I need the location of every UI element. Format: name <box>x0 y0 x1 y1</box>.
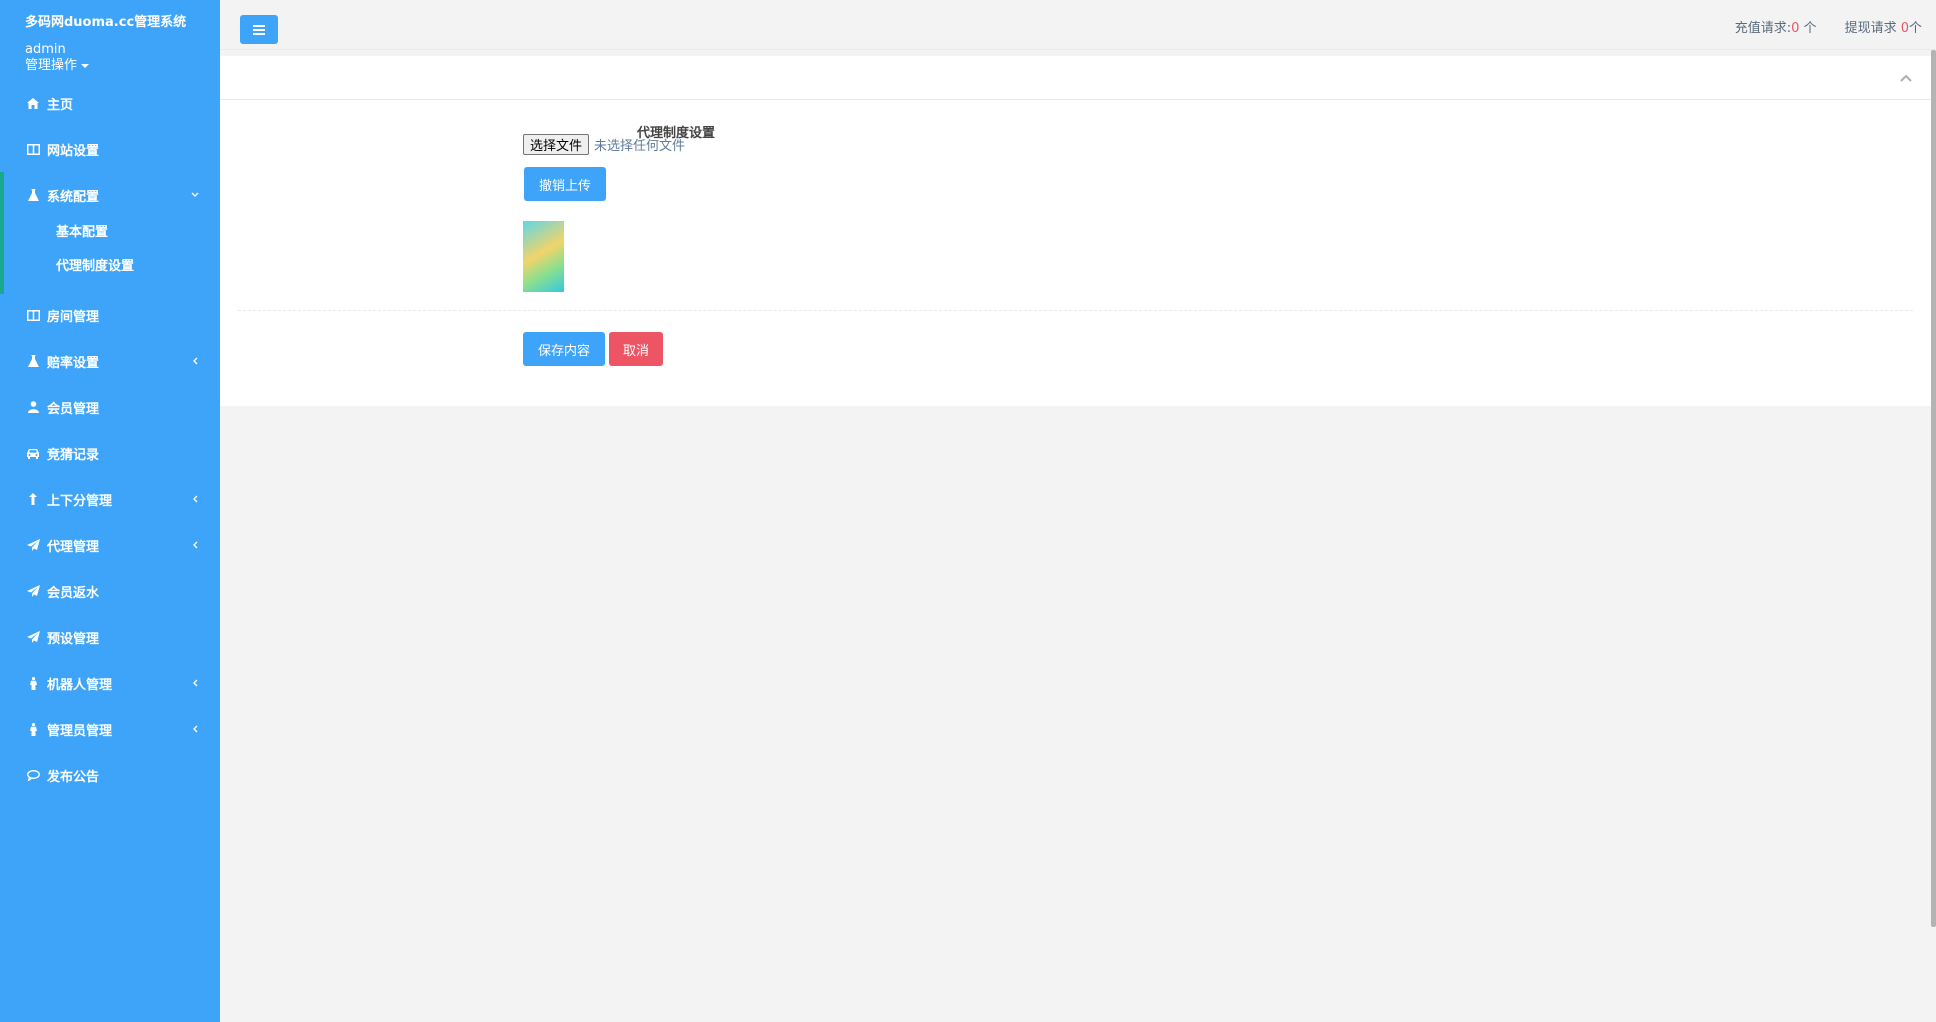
admin-ops-label: 管理操作 <box>25 58 78 73</box>
comment-icon <box>25 767 41 783</box>
cancel-upload-button[interactable]: 撤销上传 <box>524 167 606 201</box>
sidebar-item-odds-settings[interactable]: 赔率设置 <box>0 338 220 384</box>
choose-file-button[interactable]: 选择文件 <box>523 134 590 155</box>
save-button[interactable]: 保存内容 <box>523 332 605 366</box>
paper-plane-icon <box>25 537 41 553</box>
recharge-requests-link[interactable]: 充值请求:0 个 <box>1735 17 1817 36</box>
sidebar-item-label: 房间管理 <box>47 309 100 325</box>
recharge-label: 充值请求: <box>1734 21 1792 36</box>
bars-icon <box>253 24 265 35</box>
paper-plane-icon <box>25 629 41 645</box>
sidebar-item-label: 会员返水 <box>47 585 100 601</box>
sidebar-item-bet-records[interactable]: 竞猜记录 <box>0 430 220 476</box>
caret-down-icon <box>81 64 90 68</box>
sidebar-item-home[interactable]: 主页 <box>0 80 220 126</box>
recharge-unit: 个 <box>1799 21 1817 36</box>
cancel-button[interactable]: 取消 <box>609 332 663 366</box>
sidebar-item-label: 网站设置 <box>47 143 100 159</box>
sidebar-item-agent-management[interactable]: 代理管理 <box>0 522 220 568</box>
chevron-left-icon <box>190 356 200 366</box>
sidebar-item-label: 竞猜记录 <box>47 447 100 463</box>
file-status-text: 未选择任何文件 <box>594 139 686 154</box>
sidebar-item-label: 上下分管理 <box>47 493 113 509</box>
chevron-up-icon[interactable] <box>1899 71 1913 85</box>
paper-plane-icon <box>25 583 41 599</box>
flask-icon <box>25 187 41 203</box>
chevron-down-icon <box>190 190 200 200</box>
sidebar-item-score-management[interactable]: 上下分管理 <box>0 476 220 522</box>
sidebar-item-site-settings[interactable]: 网站设置 <box>0 126 220 172</box>
flask-icon <box>25 353 41 369</box>
top-links: 充值请求:0 个 提现请求 0个 <box>1735 17 1922 36</box>
top-navbar: 充值请求:0 个 提现请求 0个 <box>220 0 1936 50</box>
sidebar-item-label: 系统配置 <box>47 189 100 205</box>
withdraw-label: 提现请求 <box>1844 21 1901 36</box>
male-icon <box>25 721 41 737</box>
sidebar-item-label: 发布公告 <box>47 769 100 785</box>
sidebar-item-label: 管理员管理 <box>47 723 113 739</box>
sidebar-item-label: 赔率设置 <box>47 355 100 371</box>
withdraw-requests-link[interactable]: 提现请求 0个 <box>1845 17 1922 36</box>
form-divider <box>238 310 1913 311</box>
user-icon <box>25 399 41 415</box>
sidebar-item-announcement[interactable]: 发布公告 <box>0 752 220 798</box>
sidebar-item-label: 代理管理 <box>47 539 100 555</box>
sidebar-item-member-management[interactable]: 会员管理 <box>0 384 220 430</box>
content-panel: 代理制度设置 选择文件 未选择任何文件 撤销上传 保存内容 取消 <box>220 56 1931 406</box>
site-title: 多码网duoma.cc管理系统 <box>25 15 187 30</box>
uploaded-image-preview <box>523 221 564 292</box>
admin-ops-dropdown[interactable]: 管理操作 <box>25 58 220 74</box>
arrow-up-icon <box>25 491 41 507</box>
chevron-left-icon <box>190 540 200 550</box>
car-icon <box>25 445 41 461</box>
sidebar-profile: 多码网duoma.cc管理系统 admin 管理操作 <box>0 0 220 74</box>
sidebar-item-label: 预设管理 <box>47 631 100 647</box>
file-input: 选择文件 未选择任何文件 <box>523 134 685 155</box>
sidebar-subitem-basic-config[interactable]: 基本配置 <box>56 224 108 242</box>
chevron-left-icon <box>190 678 200 688</box>
sidebar-item-member-rebate[interactable]: 会员返水 <box>0 568 220 614</box>
sidebar-item-room-management[interactable]: 房间管理 <box>0 292 220 338</box>
username: admin <box>25 42 66 57</box>
scrollbar[interactable] <box>1931 50 1936 927</box>
sidebar-item-admin-management[interactable]: 管理员管理 <box>0 706 220 752</box>
columns-icon <box>25 141 41 157</box>
sidebar-toggle-button[interactable] <box>240 15 278 44</box>
chevron-left-icon <box>190 494 200 504</box>
sidebar-item-label: 会员管理 <box>47 401 100 417</box>
sidebar-item-label: 机器人管理 <box>47 677 113 693</box>
withdraw-count: 0 <box>1900 21 1909 36</box>
sidebar-item-system-config[interactable]: 系统配置 <box>0 172 220 218</box>
sidebar-subitem-agent-policy[interactable]: 代理制度设置 <box>56 258 134 276</box>
sidebar-item-label: 主页 <box>47 97 74 113</box>
chevron-left-icon <box>190 724 200 734</box>
male-icon <box>25 675 41 691</box>
columns-icon <box>25 307 41 323</box>
sidebar-item-preset-management[interactable]: 预设管理 <box>0 614 220 660</box>
sidebar-item-robot-management[interactable]: 机器人管理 <box>0 660 220 706</box>
panel-header <box>220 56 1931 100</box>
withdraw-unit: 个 <box>1908 21 1922 36</box>
home-icon <box>25 95 41 111</box>
sidebar: 多码网duoma.cc管理系统 admin 管理操作 主页 网站设置 系统配置 … <box>0 0 220 1022</box>
